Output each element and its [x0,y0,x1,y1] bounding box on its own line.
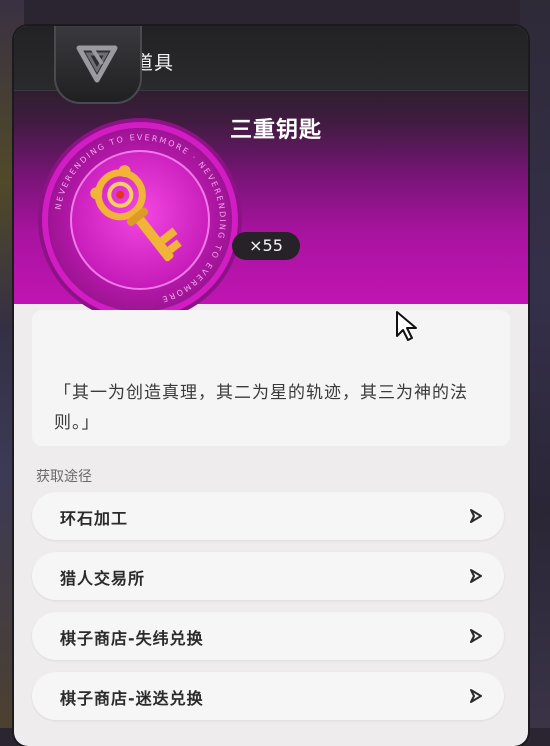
chevron-right-icon [470,509,482,523]
chevron-right-icon [470,689,482,703]
source-item-label: 棋子商店-失纬兑换 [60,629,204,648]
source-item-chess-shop-2[interactable]: 棋子商店-迷迭兑换 [32,672,504,720]
source-item-label: 棋子商店-迷迭兑换 [60,689,204,708]
description-card: 「其一为创造真理，其二为星的轨迹，其三为神的法则。」 [32,310,510,446]
source-item-hunter-exchange[interactable]: 猎人交易所 [32,552,504,600]
logo-badge-icon [54,26,142,104]
source-item-ring-stone[interactable]: 环石加工 [32,492,504,540]
source-item-label: 环石加工 [60,509,129,528]
acquisition-section-label: 获取途径 [36,469,92,485]
item-detail-panel: 道具 NEVERENDING TO EVERMORE · NEVERENDING… [14,26,528,746]
source-item-label: 猎人交易所 [60,569,146,588]
chevron-right-icon [470,629,482,643]
item-count-badge: ×55 [232,232,300,260]
source-item-chess-shop-1[interactable]: 棋子商店-失纬兑换 [32,612,504,660]
item-description: 「其一为创造真理，其二为星的轨迹，其三为神的法则。」 [54,383,468,433]
item-name: 三重钥匙 [230,118,323,143]
item-icon-frame: NEVERENDING TO EVERMORE · NEVERENDING TO… [48,128,232,312]
golden-key-icon [90,165,182,262]
item-icon-inner [70,150,210,290]
cursor-icon [396,311,417,341]
chevron-right-icon [470,569,482,583]
